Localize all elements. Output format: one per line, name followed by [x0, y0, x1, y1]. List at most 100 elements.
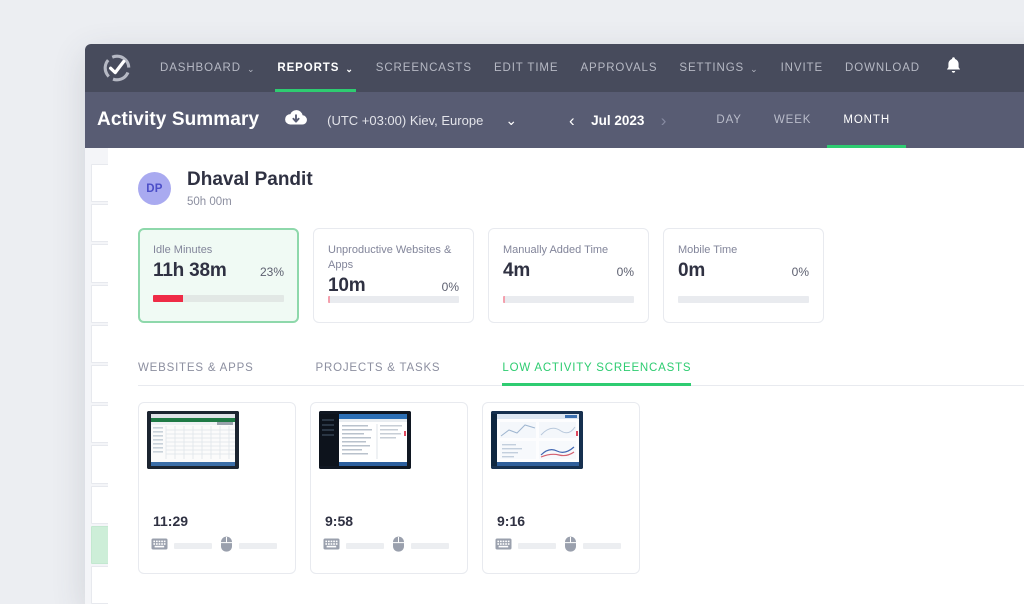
stat-card-percent: 0%: [792, 265, 809, 279]
timezone-select[interactable]: (UTC +03:00) Kiev, Europe ⌄: [327, 112, 517, 129]
page-sub-header: Activity Summary (UTC +03:00) Kiev, Euro…: [85, 92, 1024, 148]
mouse-icon: [392, 536, 405, 557]
stat-card-manually-added-time[interactable]: Manually Added Time 4m 0%: [488, 228, 649, 323]
page-title: Activity Summary: [97, 109, 259, 131]
stat-card-value: 0m: [678, 260, 705, 282]
range-tab-week[interactable]: WEEK: [758, 92, 827, 148]
chevron-down-icon: ⌄: [247, 65, 255, 74]
nav-item-screencasts[interactable]: SCREENCASTS: [365, 44, 483, 92]
screencast-grid: 11:29: [108, 386, 1024, 574]
user-name: Dhaval Pandit: [187, 170, 313, 191]
stat-card-label: Unproductive Websites & Apps: [328, 243, 459, 273]
nav-item-invite[interactable]: INVITE: [770, 44, 834, 92]
range-tab-day[interactable]: DAY: [700, 92, 758, 148]
sub-tab-low-activity-screencasts[interactable]: LOW ACTIVITY SCREENCASTS: [502, 362, 691, 385]
nav-item-label: DOWNLOAD: [845, 62, 920, 74]
mouse-icon: [564, 536, 577, 557]
nav-item-reports[interactable]: REPORTS ⌄: [266, 44, 364, 92]
screencast-thumbnail-dashboard[interactable]: [491, 411, 583, 469]
screencast-thumbnail-spreadsheet[interactable]: [147, 411, 239, 469]
timezone-value: (UTC +03:00) Kiev, Europe: [327, 113, 483, 128]
screencast-time: 11:29: [153, 513, 188, 529]
nav-item-approvals[interactable]: APPROVALS: [569, 44, 668, 92]
stat-card-label: Mobile Time: [678, 243, 809, 258]
cloud-download-icon: [283, 108, 309, 133]
nav-item-settings[interactable]: SETTINGS ⌄: [668, 44, 769, 92]
screencast-time: 9:16: [497, 513, 525, 529]
screencast-time: 9:58: [325, 513, 353, 529]
sub-tab-projects-tasks[interactable]: PROJECTS & TASKS: [316, 362, 441, 385]
range-tab-label: WEEK: [774, 114, 811, 126]
screencast-card[interactable]: 9:16: [482, 402, 640, 574]
stat-card-percent: 23%: [260, 265, 284, 279]
screencast-activity-row: [151, 536, 285, 557]
screencast-activity-row: [495, 536, 629, 557]
previous-period-button[interactable]: ‹: [557, 112, 587, 129]
stat-card-progress-fill: [153, 295, 183, 302]
stat-card-progress-bar: [503, 296, 634, 303]
stat-card-value: 4m: [503, 260, 530, 282]
nav-item-download[interactable]: DOWNLOAD: [834, 44, 931, 92]
stat-card-percent: 0%: [442, 280, 459, 294]
nav-item-edit-time[interactable]: EDIT TIME: [483, 44, 570, 92]
mouse-activity-track: [411, 543, 449, 549]
avatar: DP: [138, 172, 171, 205]
stat-card-value-row: 11h 38m 23%: [153, 260, 284, 282]
stat-card-group: Idle Minutes 11h 38m 23% Unproductive We…: [108, 208, 1024, 323]
stat-card-progress-fill: [503, 296, 505, 303]
keyboard-activity-track: [174, 543, 212, 549]
stat-card-value-row: 0m 0%: [678, 260, 809, 282]
range-tab-label: DAY: [716, 114, 742, 126]
stat-card-value: 10m: [328, 275, 365, 297]
nav-item-dashboard[interactable]: DASHBOARD ⌄: [149, 44, 266, 92]
mouse-activity-track: [583, 543, 621, 549]
mouse-activity-track: [239, 543, 277, 549]
nav-item-label: EDIT TIME: [494, 62, 559, 74]
sub-tab-websites-apps[interactable]: WEBSITES & APPS: [138, 362, 254, 385]
user-summary-block: DP Dhaval Pandit 50h 00m: [108, 148, 1024, 208]
keyboard-activity-track: [518, 543, 556, 549]
mouse-icon: [220, 536, 233, 557]
screencast-card[interactable]: 9:58: [310, 402, 468, 574]
stat-card-progress-bar: [678, 296, 809, 303]
sub-tab-label: WEBSITES & APPS: [138, 362, 254, 374]
stat-card-value-row: 10m 0%: [328, 275, 459, 297]
app-window: DASHBOARD ⌄ REPORTS ⌄ SCREENCASTS EDIT T…: [85, 44, 1024, 604]
main-panel: DP Dhaval Pandit 50h 00m Idle Minutes 11…: [108, 148, 1024, 604]
range-tab-month[interactable]: MONTH: [827, 92, 906, 148]
current-period-label: Jul 2023: [587, 113, 649, 128]
content-area: DP Dhaval Pandit 50h 00m Idle Minutes 11…: [85, 148, 1024, 604]
nav-item-label: APPROVALS: [580, 62, 657, 74]
stat-card-idle-minutes[interactable]: Idle Minutes 11h 38m 23%: [138, 228, 299, 323]
stat-card-unproductive-websites-apps[interactable]: Unproductive Websites & Apps 10m 0%: [313, 228, 474, 323]
stat-card-label: Idle Minutes: [153, 243, 284, 258]
keyboard-icon: [151, 537, 168, 555]
nav-item-label: SETTINGS: [679, 62, 744, 74]
keyboard-activity-track: [346, 543, 384, 549]
chevron-down-icon: ⌄: [750, 65, 758, 74]
stat-card-label: Manually Added Time: [503, 243, 634, 258]
time-doctor-logo-icon[interactable]: [103, 54, 131, 82]
stat-card-progress-bar: [153, 295, 284, 302]
keyboard-icon: [323, 537, 340, 555]
sub-tab-group: WEBSITES & APPS PROJECTS & TASKS LOW ACT…: [138, 349, 1024, 386]
nav-item-label: INVITE: [781, 62, 823, 74]
sub-tab-label: LOW ACTIVITY SCREENCASTS: [502, 362, 691, 374]
keyboard-icon: [495, 537, 512, 555]
notification-bell-button[interactable]: [937, 44, 976, 92]
stat-card-value: 11h 38m: [153, 260, 227, 282]
user-total-time: 50h 00m: [187, 196, 313, 208]
download-report-button[interactable]: [283, 108, 309, 133]
stat-card-mobile-time[interactable]: Mobile Time 0m 0%: [663, 228, 824, 323]
nav-item-label: DASHBOARD: [160, 62, 241, 74]
screencast-activity-row: [323, 536, 457, 557]
nav-item-label: REPORTS: [277, 62, 339, 74]
stat-card-progress-bar: [328, 296, 459, 303]
screencast-thumbnail-document[interactable]: [319, 411, 411, 469]
stat-card-value-row: 4m 0%: [503, 260, 634, 282]
stat-card-percent: 0%: [617, 265, 634, 279]
chevron-down-icon: ⌄: [345, 65, 353, 74]
screencast-card[interactable]: 11:29: [138, 402, 296, 574]
next-period-button[interactable]: ›: [649, 112, 679, 129]
date-navigator: ‹ Jul 2023 ›: [557, 112, 678, 129]
